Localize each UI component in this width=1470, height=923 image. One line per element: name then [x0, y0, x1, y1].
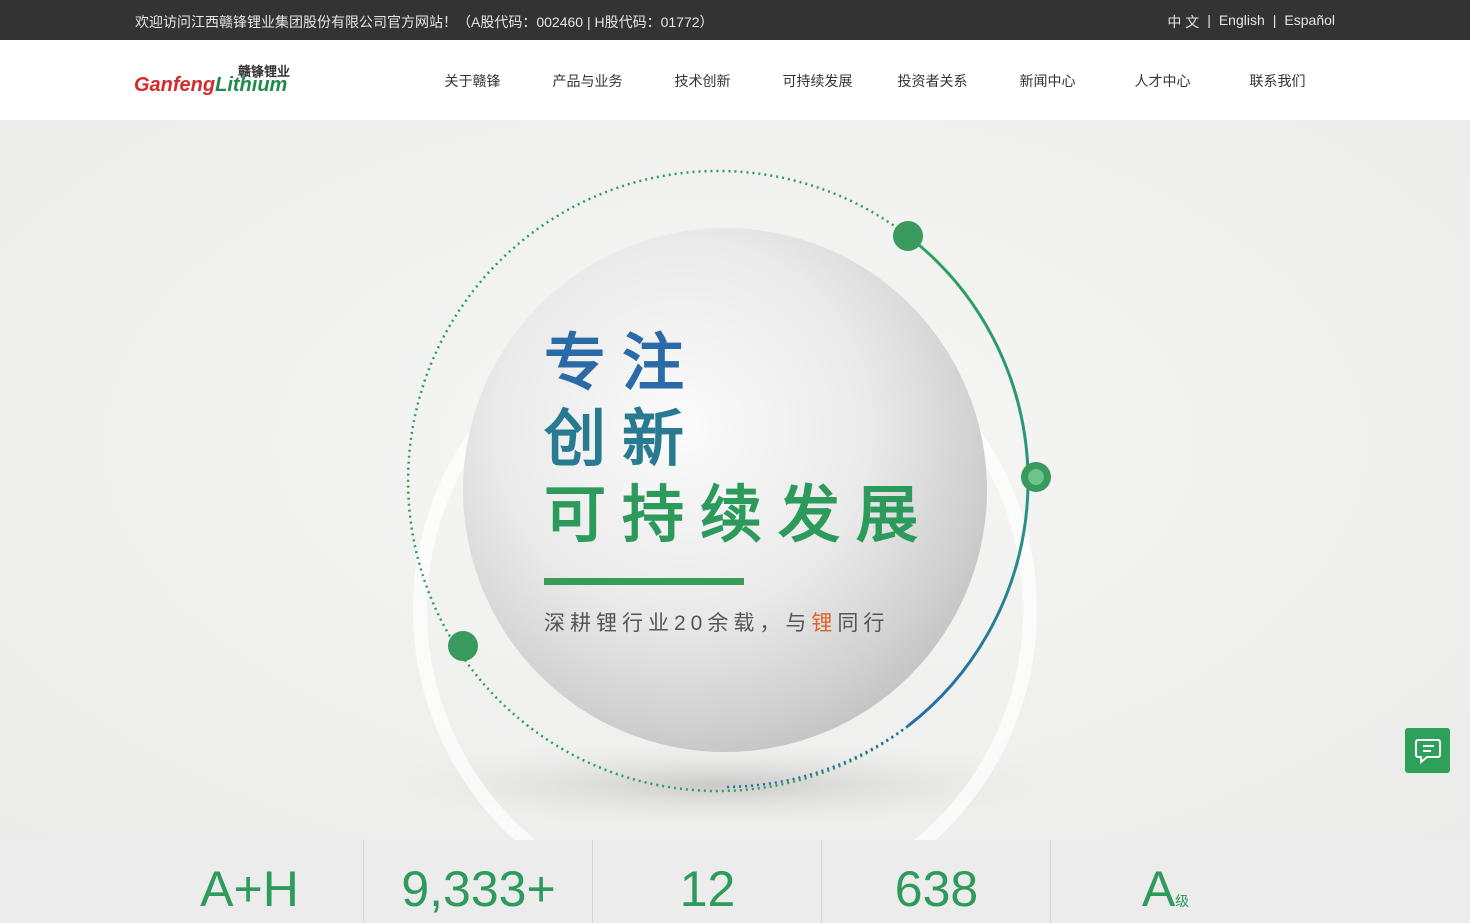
top-bar: 欢迎访问江西赣锋锂业集团股份有限公司官方网站！（A股代码：002460 | H股… [0, 0, 1470, 40]
slogan-subtitle: 深耕锂行业20余载，与锂同行 [544, 607, 934, 637]
chat-bubble-icon [1414, 738, 1441, 764]
stat-number: A+H [200, 861, 299, 917]
stat-number: A [1141, 861, 1176, 917]
ring-node-top [893, 221, 923, 251]
stat-item: A级 [1051, 840, 1280, 923]
stat-item: 9,333+ [364, 840, 593, 923]
nav-item-careers[interactable]: 人才中心 [1105, 71, 1220, 91]
subtitle-part-b: 同行 [837, 612, 890, 635]
stat-number: 9,333+ [401, 861, 556, 917]
ring-node-left [448, 631, 478, 661]
site-header: 赣锋锂业 GanfengLithium 关于赣锋 产品与业务 技术创新 可持续发… [0, 40, 1470, 120]
company-logo[interactable]: 赣锋锂业 GanfengLithium [134, 61, 294, 101]
stat-unit: 级 [1175, 893, 1190, 909]
lang-chinese-link[interactable]: 中 文 [1167, 12, 1199, 32]
stat-number: 12 [679, 861, 736, 917]
stat-value: A级 [1051, 864, 1280, 923]
ring-node-right-inner [1028, 469, 1044, 485]
subtitle-part-a: 深耕锂行业20余载，与 [544, 612, 812, 635]
nav-item-investors[interactable]: 投资者关系 [875, 71, 990, 91]
stat-value: 9,333+ [364, 864, 593, 923]
logo-english-text: GanfengLithium [134, 74, 287, 97]
lang-english-link[interactable]: English [1219, 12, 1265, 32]
slogan-underline [544, 578, 744, 585]
stats-strip: A+H 9,333+ 12 638 A级 [0, 840, 1470, 923]
logo-lithium: Lithium [215, 74, 288, 96]
nav-item-sustainability[interactable]: 可持续发展 [760, 71, 875, 91]
nav-item-about[interactable]: 关于赣锋 [415, 71, 530, 91]
stat-value: A+H [135, 864, 364, 923]
slogan-line-sustainability: 可持续发展 [544, 481, 935, 550]
slogan-line-focus: 专注 [544, 329, 701, 398]
stat-item: A+H [135, 840, 364, 923]
subtitle-highlight: 锂 [811, 612, 838, 635]
language-switcher: 中 文 | English | Español [1167, 12, 1335, 32]
logo-ganfeng: Ganfeng [134, 74, 216, 96]
nav-item-products[interactable]: 产品与业务 [530, 71, 645, 91]
stat-item: 12 [593, 840, 822, 923]
nav-item-technology[interactable]: 技术创新 [645, 71, 760, 91]
lang-separator: | [1272, 12, 1277, 28]
lang-spanish-link[interactable]: Español [1284, 12, 1335, 32]
stat-number: 638 [894, 861, 979, 917]
hero-slogan: 专注 创新 可持续发展 深耕锂行业20余载，与锂同行 [544, 326, 934, 637]
stat-value: 12 [593, 864, 822, 923]
stat-value: 638 [822, 864, 1051, 923]
lang-separator: | [1207, 12, 1211, 28]
stat-item: 638 [822, 840, 1051, 923]
welcome-text: 欢迎访问江西赣锋锂业集团股份有限公司官方网站！（A股代码：002460 | H股… [135, 14, 714, 30]
nav-item-contact[interactable]: 联系我们 [1220, 71, 1335, 91]
hero-banner[interactable]: 专注 创新 可持续发展 深耕锂行业20余载，与锂同行 [0, 120, 1470, 840]
slogan-line-innovation: 创新 [544, 405, 701, 474]
nav-item-news[interactable]: 新闻中心 [990, 71, 1105, 91]
chat-button[interactable] [1405, 728, 1450, 773]
